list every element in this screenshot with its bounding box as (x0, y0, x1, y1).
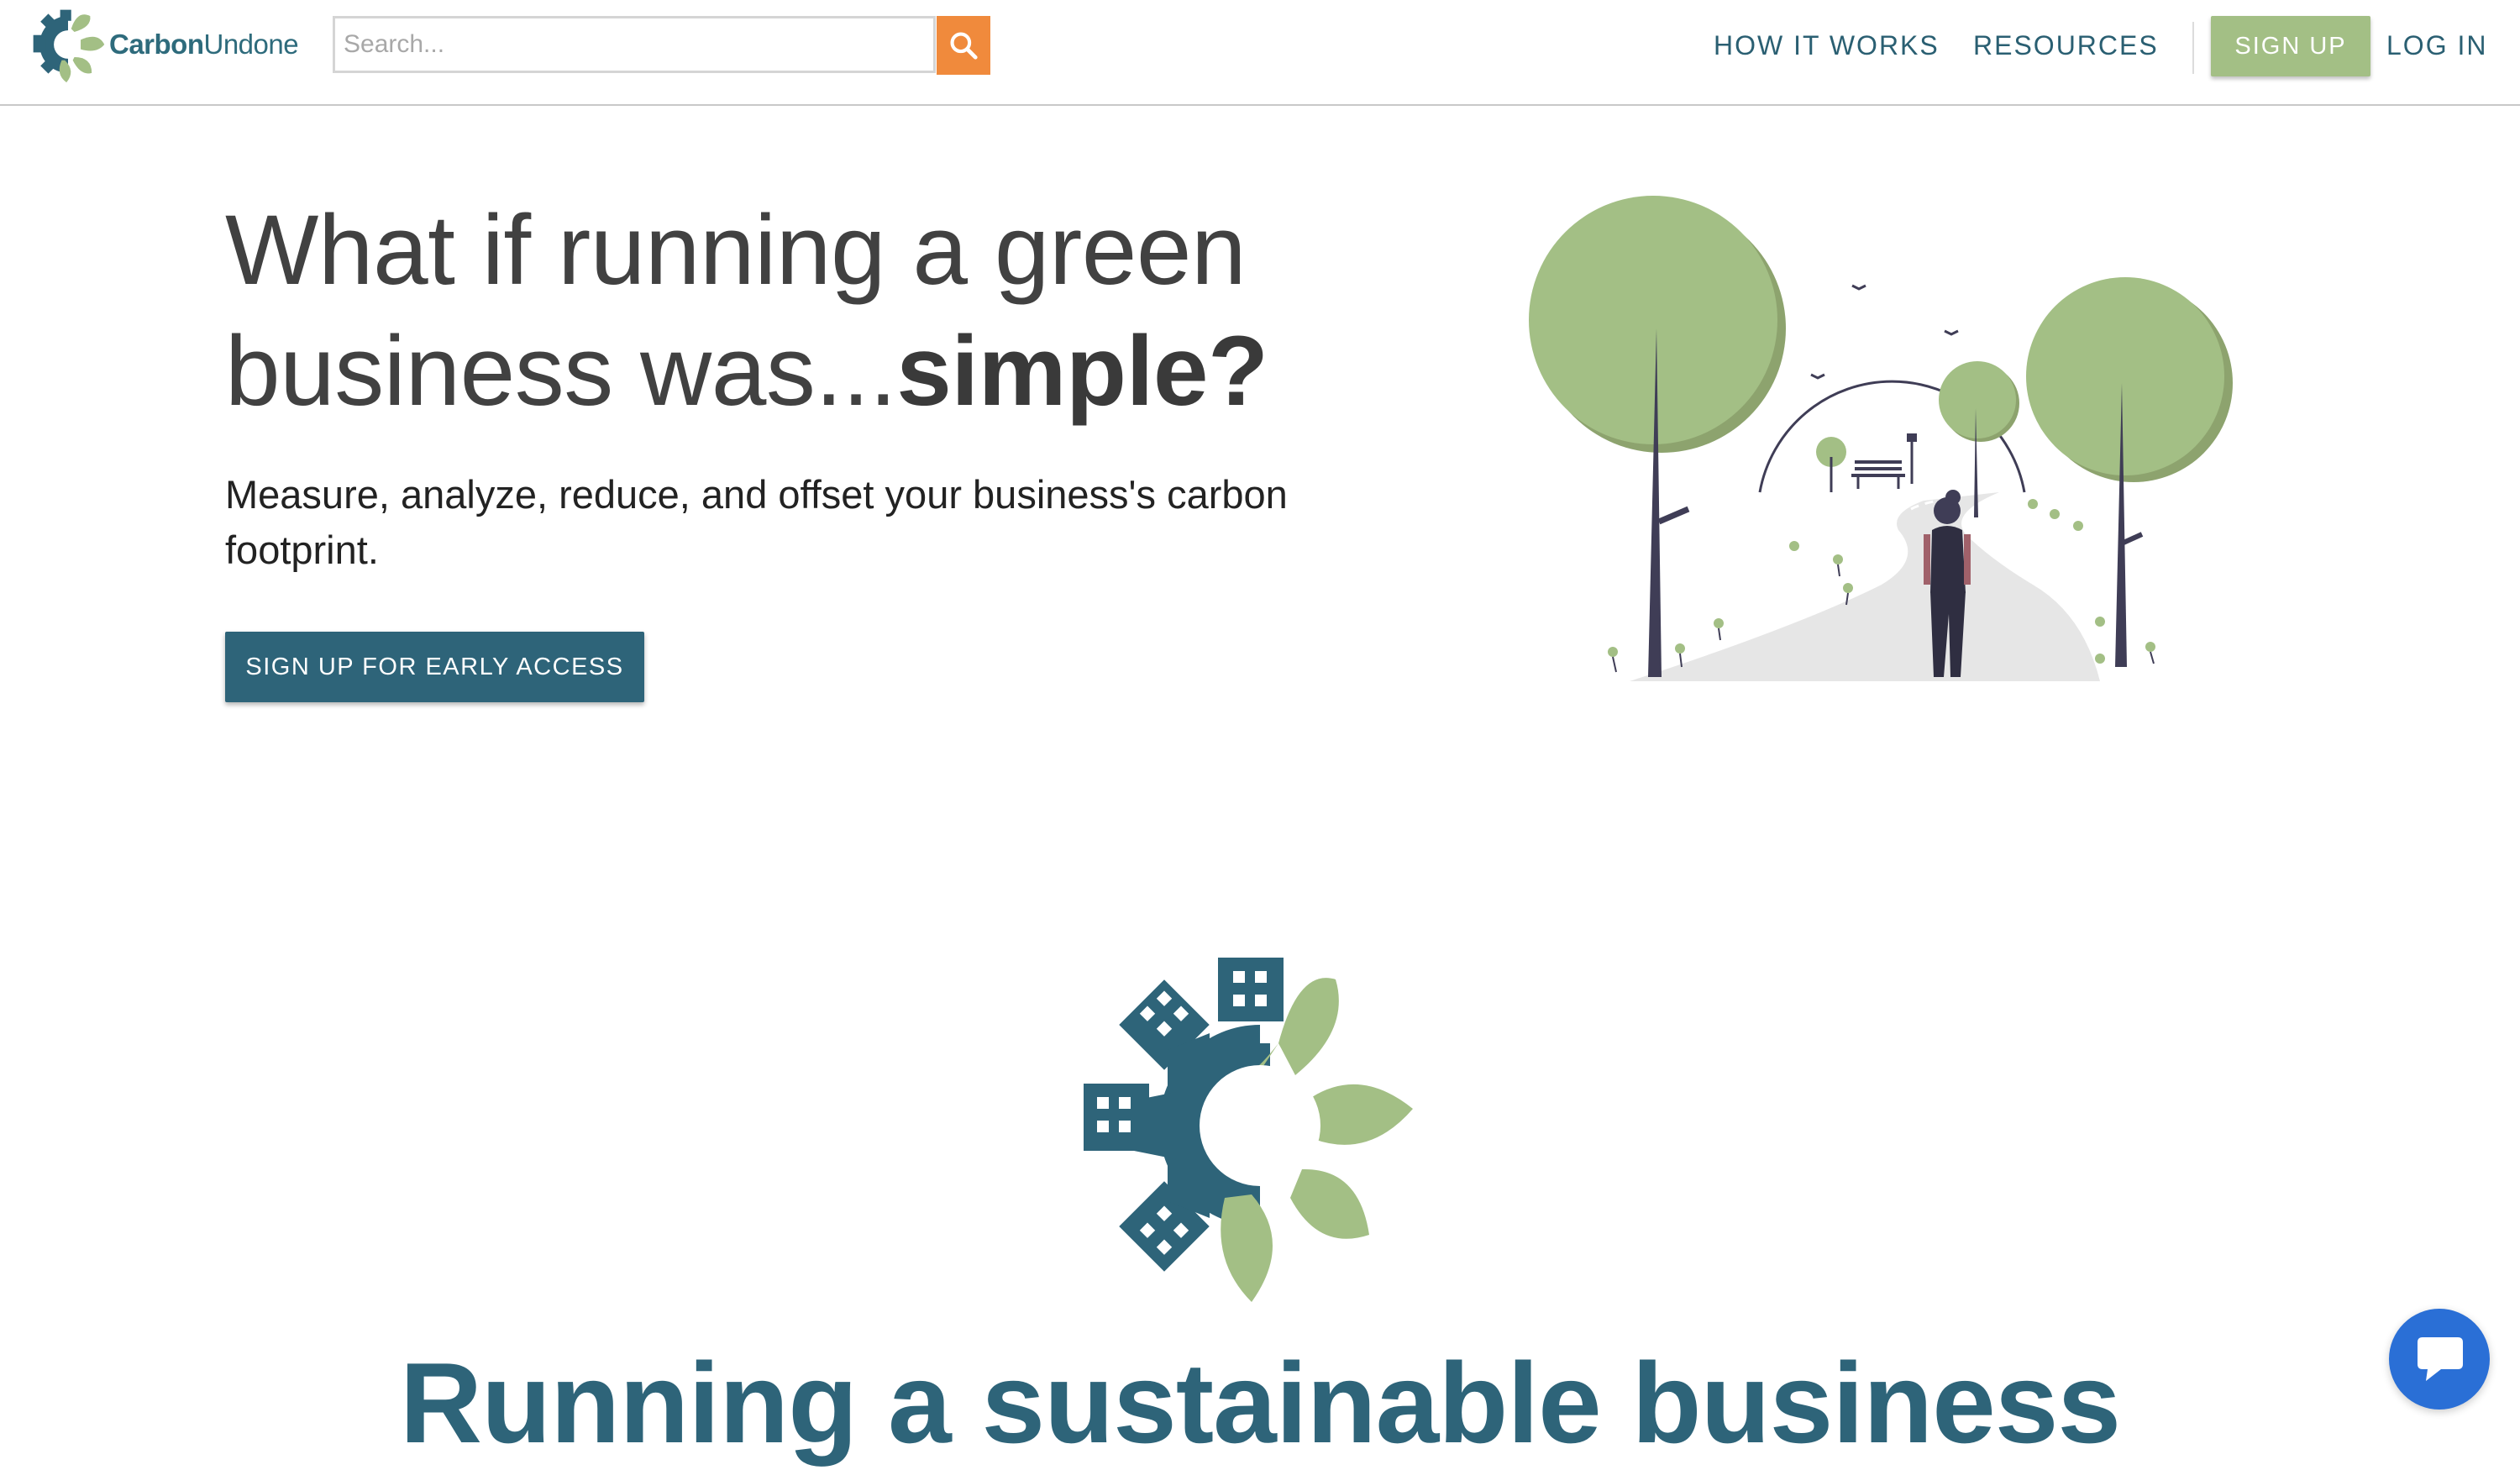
hero-title: What if running a green business was...s… (225, 190, 1443, 432)
search-input[interactable] (333, 16, 936, 73)
nav-resources-link[interactable]: RESOURCES (1973, 30, 2159, 61)
search-button[interactable] (937, 16, 990, 75)
early-access-signup-button[interactable]: SIGN UP FOR EARLY ACCESS (225, 632, 644, 702)
logo-text-bold: Carbon (109, 29, 204, 60)
carbonundone-emblem-icon (1084, 958, 1413, 1302)
nav-how-it-works-link[interactable]: HOW IT WORKS (1714, 30, 1940, 61)
hero-subtitle: Measure, analyze, reduce, and offset you… (225, 472, 1288, 572)
search-icon (950, 32, 978, 60)
sign-up-button[interactable]: SIGN UP (2211, 16, 2370, 76)
nav-divider (2192, 22, 2194, 74)
logo-text: CarbonUndone (109, 29, 299, 60)
section-heading: Running a sustainable business (399, 1339, 2121, 1467)
park-walk-illustration (1529, 196, 2233, 681)
top-navigation-bar: CarbonUndone HOW IT WORKS RESOURCES SIGN… (0, 0, 2520, 106)
log-in-link[interactable]: LOG IN (2386, 30, 2487, 61)
logo-text-light: Undone (203, 29, 299, 60)
chat-bubble-icon (2418, 1337, 2463, 1381)
logo-link[interactable]: CarbonUndone (29, 7, 299, 83)
carbonundone-logo-icon (33, 9, 105, 83)
hero-title-emphasis: simple? (896, 316, 1268, 427)
chat-widget-button[interactable] (2389, 1309, 2490, 1410)
